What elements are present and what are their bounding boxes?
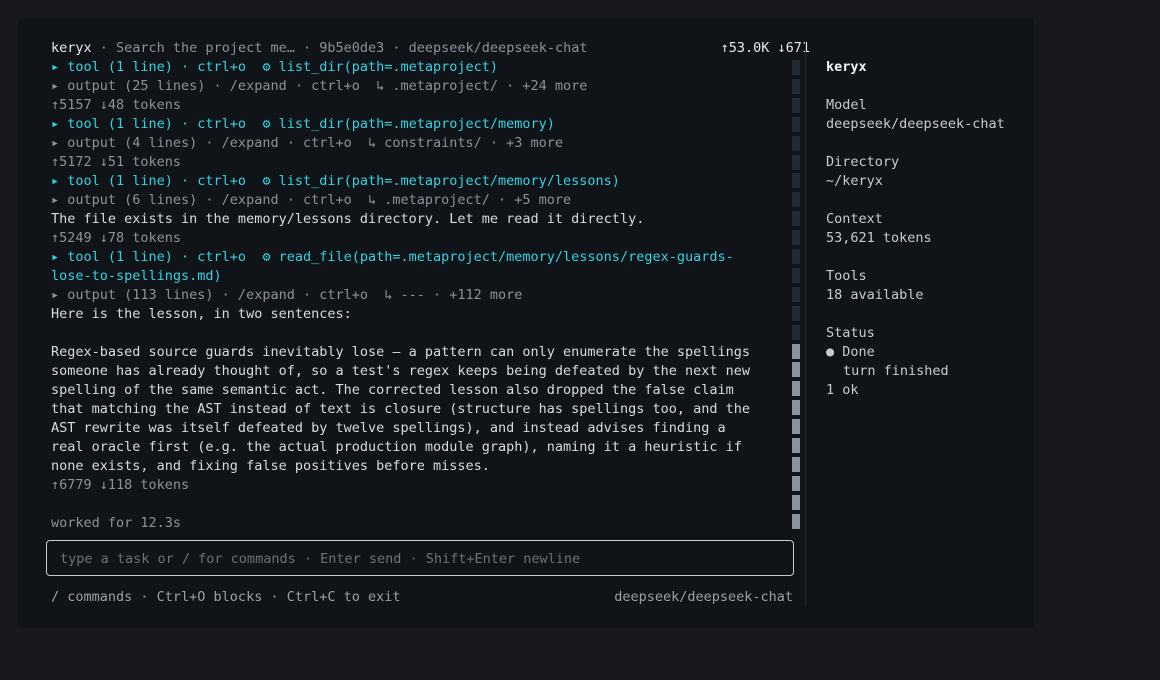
transcript-text-line: AST rewrite was itself defeated by twelv… bbox=[51, 420, 726, 436]
transcript-list: ▸ tool (1 line) · ctrl+o ⚙ list_dir(path… bbox=[51, 58, 793, 533]
scrollbar-track-segment[interactable] bbox=[792, 173, 800, 189]
transcript-text-line: that matching the AST instead of text is… bbox=[51, 401, 750, 417]
header-tokens: ↑53.0K ↓671 bbox=[720, 40, 810, 56]
scrollbar-thumb-segment[interactable] bbox=[792, 475, 800, 491]
header-session: Search the project me… bbox=[116, 40, 295, 56]
scrollbar-track-segment[interactable] bbox=[792, 154, 800, 170]
status-ok: 1 ok bbox=[826, 382, 859, 398]
scrollbar-track-segment[interactable] bbox=[792, 230, 800, 246]
transcript-text-line: spelling of the same semantic act. The c… bbox=[51, 382, 734, 398]
transcript-text-line: Regex-based source guards inevitably los… bbox=[51, 344, 750, 360]
transcript-text-line: The file exists in the memory/lessons di… bbox=[51, 211, 645, 227]
scrollbar-thumb-segment[interactable] bbox=[792, 343, 800, 359]
scrollbar-thumb-segment[interactable] bbox=[792, 438, 800, 453]
transcript-text-line: Here is the lesson, in two sentences: bbox=[51, 306, 352, 322]
scrollbar-thumb-segment[interactable] bbox=[792, 381, 800, 397]
context-label: Context bbox=[826, 211, 883, 227]
model-label: Model bbox=[826, 97, 867, 113]
transcript-pane: keryx · Search the project me… · 9b5e0de… bbox=[51, 39, 810, 533]
transcript-tool-line[interactable]: ▸ tool (1 line) · ctrl+o ⚙ list_dir(path… bbox=[51, 58, 793, 77]
scrollbar-track-segment[interactable] bbox=[792, 116, 800, 132]
transcript-blank-line bbox=[51, 324, 793, 343]
scrollbar-thumb-segment[interactable] bbox=[792, 400, 800, 416]
scrollbar-track-segment[interactable] bbox=[792, 286, 800, 302]
transcript-output-line[interactable]: ▸ output (6 lines) · /expand · ctrl+o ↳ … bbox=[51, 191, 793, 210]
scrollbar-track-segment[interactable] bbox=[792, 324, 800, 340]
task-input[interactable] bbox=[58, 548, 782, 570]
scrollbar-thumb-segment[interactable] bbox=[792, 513, 800, 529]
header-hash: 9b5e0de3 bbox=[319, 40, 385, 56]
sidebar-title: keryx bbox=[826, 59, 867, 75]
tools-value: 18 available bbox=[826, 287, 924, 303]
footer-bar: / commands · Ctrl+O blocks · Ctrl+C to e… bbox=[51, 588, 793, 607]
scrollbar-thumb-segment[interactable] bbox=[792, 362, 800, 378]
scrollbar-thumb-segment[interactable] bbox=[792, 494, 800, 510]
model-value: deepseek/deepseek-chat bbox=[826, 116, 1005, 132]
transcript-tool-line[interactable]: ▸ tool (1 line) · ctrl+o ⚙ read_file(pat… bbox=[51, 248, 793, 267]
sidebar-divider bbox=[805, 42, 806, 606]
transcript-blank-line bbox=[51, 495, 793, 514]
transcript-tokens-line: ↑5157 ↓48 tokens bbox=[51, 97, 182, 113]
header-bar: keryx · Search the project me… · 9b5e0de… bbox=[51, 40, 810, 56]
transcript-text-line: someone has already thought of, so a tes… bbox=[51, 363, 750, 379]
directory-label: Directory bbox=[826, 154, 900, 170]
transcript-tool-line[interactable]: ▸ tool (1 line) · ctrl+o ⚙ list_dir(path… bbox=[51, 172, 793, 191]
scrollbar-track-segment[interactable] bbox=[792, 192, 800, 208]
transcript-tool-line[interactable]: ▸ tool (1 line) · ctrl+o ⚙ list_dir(path… bbox=[51, 115, 793, 134]
scrollbar-track-segment[interactable] bbox=[792, 267, 800, 283]
scrollbar-track-segment[interactable] bbox=[792, 305, 800, 321]
transcript-text-line: none exists, and fixing false positives … bbox=[51, 458, 490, 474]
transcript-output-line[interactable]: ▸ output (25 lines) · /expand · ctrl+o ↳… bbox=[51, 77, 793, 96]
scrollbar-thumb-segment[interactable] bbox=[792, 456, 800, 472]
transcript-tool-line[interactable]: lose-to-spellings.md) bbox=[51, 267, 793, 286]
tools-label: Tools bbox=[826, 268, 867, 284]
task-input-box[interactable] bbox=[46, 540, 794, 576]
transcript-tokens-line: ↑5249 ↓78 tokens bbox=[51, 230, 182, 246]
header-app: keryx bbox=[51, 40, 92, 56]
transcript-worked-line: worked for 12.3s bbox=[51, 515, 182, 531]
sidebar: keryx Model deepseek/deepseek-chat Direc… bbox=[826, 58, 1026, 400]
header-model: deepseek/deepseek-chat bbox=[408, 40, 588, 56]
status-label: Status bbox=[826, 325, 875, 341]
transcript-output-line[interactable]: ▸ output (4 lines) · /expand · ctrl+o ↳ … bbox=[51, 134, 793, 153]
terminal-window: keryx · Search the project me… · 9b5e0de… bbox=[18, 18, 1034, 628]
status-row: ● Done bbox=[826, 343, 1026, 362]
footer-model: deepseek/deepseek-chat bbox=[614, 589, 793, 605]
scrollbar-track-segment[interactable] bbox=[792, 97, 800, 113]
status-value: Done bbox=[842, 344, 875, 360]
scrollbar-track-segment[interactable] bbox=[792, 135, 800, 151]
directory-value: ~/keryx bbox=[826, 173, 883, 189]
context-value: 53,621 tokens bbox=[826, 230, 932, 246]
transcript-tokens-line: ↑5172 ↓51 tokens bbox=[51, 154, 182, 170]
transcript-text-line: real oracle first (e.g. the actual produ… bbox=[51, 439, 742, 455]
footer-hints: / commands · Ctrl+O blocks · Ctrl+C to e… bbox=[51, 589, 401, 605]
transcript-output-line[interactable]: ▸ output (113 lines) · /expand · ctrl+o … bbox=[51, 286, 793, 305]
scrollbar-track-segment[interactable] bbox=[792, 249, 800, 264]
transcript-tokens-line: ↑6779 ↓118 tokens bbox=[51, 477, 190, 493]
scrollbar-track-segment[interactable] bbox=[792, 60, 800, 75]
status-detail: turn finished bbox=[843, 363, 949, 379]
scrollbar-track-segment[interactable] bbox=[792, 78, 800, 94]
status-dot-icon: ● bbox=[826, 344, 835, 360]
scrollbar-track-segment[interactable] bbox=[792, 211, 800, 227]
scrollbar[interactable] bbox=[792, 60, 800, 530]
scrollbar-thumb-segment[interactable] bbox=[792, 419, 800, 435]
